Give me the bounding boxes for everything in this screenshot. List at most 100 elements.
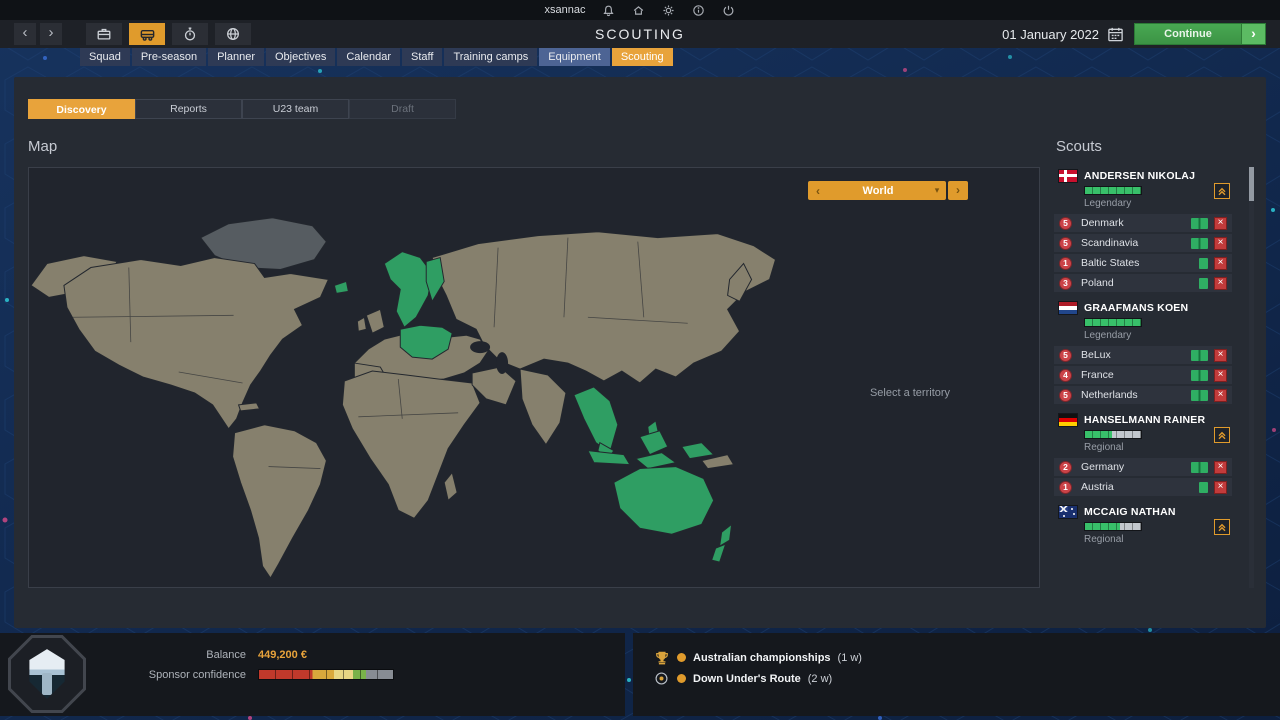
scout-skill-bar: [1084, 186, 1142, 195]
tab-training-camps[interactable]: Training camps: [444, 48, 537, 66]
subtab-draft: Draft: [349, 99, 456, 119]
sponsor-confidence-bar: [258, 669, 394, 680]
territory-name: Baltic States: [1081, 257, 1199, 269]
tab-pre-season[interactable]: Pre-season: [132, 48, 206, 66]
subtab-discovery[interactable]: Discovery: [28, 99, 135, 119]
scout-header[interactable]: GRAAFMANS KOEN: [1054, 301, 1236, 315]
territory-status-icon: [1199, 482, 1208, 493]
back-button[interactable]: ‹: [14, 23, 36, 45]
forward-button[interactable]: ›: [40, 23, 62, 45]
team-badge: [8, 635, 86, 713]
australia-flag-icon: [1059, 506, 1077, 518]
territory-row[interactable]: 3 Poland ×: [1054, 274, 1232, 292]
territory-count-badge: 5: [1059, 237, 1072, 250]
scout-name: ANDERSEN NIKOLAJ: [1084, 170, 1195, 182]
scouting-panel: Discovery Reports U23 team Draft Map Sco…: [14, 77, 1266, 628]
tab-planner[interactable]: Planner: [208, 48, 264, 66]
territory-row[interactable]: 5 Denmark ×: [1054, 214, 1232, 232]
event-name: Australian championships: [693, 652, 831, 664]
tab-calendar[interactable]: Calendar: [337, 48, 400, 66]
territory-name: Scandinavia: [1081, 237, 1191, 249]
remove-territory-button[interactable]: ×: [1214, 369, 1227, 382]
nav-bar: ‹ › SCOUTING 01 January 2022 Continue ›: [0, 20, 1280, 48]
zone-next-button[interactable]: ›: [948, 181, 968, 200]
subtab-u23-team[interactable]: U23 team: [242, 99, 349, 119]
territory-count-badge: 1: [1059, 481, 1072, 494]
zone-prev-icon[interactable]: ‹: [808, 184, 828, 198]
scrollbar-thumb[interactable]: [1249, 167, 1254, 201]
territory-status-icon: [1191, 350, 1208, 361]
power-icon[interactable]: [721, 3, 735, 17]
scouts-scrollbar[interactable]: [1249, 167, 1254, 588]
management-briefcase-icon[interactable]: [86, 23, 122, 45]
territory-row[interactable]: 5 Netherlands ×: [1054, 386, 1232, 404]
remove-territory-button[interactable]: ×: [1214, 257, 1227, 270]
remove-territory-button[interactable]: ×: [1214, 349, 1227, 362]
collapse-scout-button[interactable]: [1214, 519, 1230, 535]
territory-name: BeLux: [1081, 349, 1191, 361]
territory-row[interactable]: 2 Germany ×: [1054, 458, 1232, 476]
upcoming-events-footer: Australian championships (1 w) Down Unde…: [633, 633, 1280, 716]
finances-footer: Balance 449,200 € Sponsor confidence: [0, 633, 625, 716]
remove-territory-button[interactable]: ×: [1214, 237, 1227, 250]
subtab-reports[interactable]: Reports: [135, 99, 242, 119]
tab-scouting[interactable]: Scouting: [612, 48, 673, 66]
territory-name: France: [1081, 369, 1191, 381]
remove-territory-button[interactable]: ×: [1214, 481, 1227, 494]
event-row[interactable]: Down Under's Route (2 w): [653, 670, 832, 687]
calendar-icon[interactable]: [1107, 26, 1124, 43]
trophy-icon: [653, 649, 670, 666]
scout-header[interactable]: HANSELMANN RAINER: [1054, 413, 1236, 427]
settings-gear-icon[interactable]: [661, 3, 675, 17]
collapse-scout-button[interactable]: [1214, 183, 1230, 199]
territory-name: Netherlands: [1081, 389, 1191, 401]
stopwatch-icon[interactable]: [172, 23, 208, 45]
collapse-scout-button[interactable]: [1214, 427, 1230, 443]
remove-territory-button[interactable]: ×: [1214, 217, 1227, 230]
territory-row[interactable]: 1 Austria ×: [1054, 478, 1232, 496]
scout-level: Regional: [1084, 442, 1236, 453]
territory-status-icon: [1191, 238, 1208, 249]
event-row[interactable]: Australian championships (1 w): [653, 649, 862, 666]
remove-territory-button[interactable]: ×: [1214, 277, 1227, 290]
scouts-heading: Scouts: [1056, 138, 1102, 155]
territory-status-icon: [1191, 370, 1208, 381]
territory-row[interactable]: 5 BeLux ×: [1054, 346, 1232, 364]
territory-row[interactable]: 5 Scandinavia ×: [1054, 234, 1232, 252]
remove-territory-button[interactable]: ×: [1214, 461, 1227, 474]
continue-button[interactable]: Continue ›: [1134, 23, 1266, 45]
scout-skill-bar: [1084, 522, 1142, 531]
germany-flag-icon: [1059, 414, 1077, 426]
tab-equipment[interactable]: Equipment: [539, 48, 610, 66]
tab-squad[interactable]: Squad: [80, 48, 130, 66]
territory-count-badge: 3: [1059, 277, 1072, 290]
notifications-bell-icon[interactable]: [601, 3, 615, 17]
scout-header[interactable]: MCCAIG NATHAN: [1054, 505, 1236, 519]
territory-row[interactable]: 1 Baltic States ×: [1054, 254, 1232, 272]
home-icon[interactable]: [631, 3, 645, 17]
territory-row[interactable]: 4 France ×: [1054, 366, 1232, 384]
info-icon[interactable]: [691, 3, 705, 17]
zone-dropdown[interactable]: ‹ World ▾: [808, 181, 946, 200]
territory-count-badge: 4: [1059, 369, 1072, 382]
territory-status-icon: [1191, 390, 1208, 401]
scout-name: GRAAFMANS KOEN: [1084, 302, 1188, 314]
scout-level: Regional: [1084, 534, 1236, 545]
tab-staff[interactable]: Staff: [402, 48, 442, 66]
tab-objectives[interactable]: Objectives: [266, 48, 335, 66]
world-map[interactable]: ‹ World ▾ › Select a territory: [28, 167, 1040, 588]
territory-name: Germany: [1081, 461, 1191, 473]
sponsor-confidence-label: Sponsor confidence: [96, 669, 246, 681]
continue-label: Continue: [1135, 24, 1241, 44]
remove-territory-button[interactable]: ×: [1214, 389, 1227, 402]
world-globe-icon[interactable]: [215, 23, 251, 45]
scouting-vehicle-icon[interactable]: [129, 23, 165, 45]
game-date: 01 January 2022: [1002, 27, 1099, 42]
territory-status-icon: [1191, 218, 1208, 229]
scouting-screen: xsannac ‹ › SCOUTING: [0, 0, 1280, 720]
scout-name: HANSELMANN RAINER: [1084, 414, 1205, 426]
netherlands-flag-icon: [1059, 302, 1077, 314]
scout-card: GRAAFMANS KOEN Legendary 5 BeLux: [1054, 301, 1236, 404]
territory-name: Denmark: [1081, 217, 1191, 229]
scout-header[interactable]: ANDERSEN NIKOLAJ: [1054, 169, 1236, 183]
